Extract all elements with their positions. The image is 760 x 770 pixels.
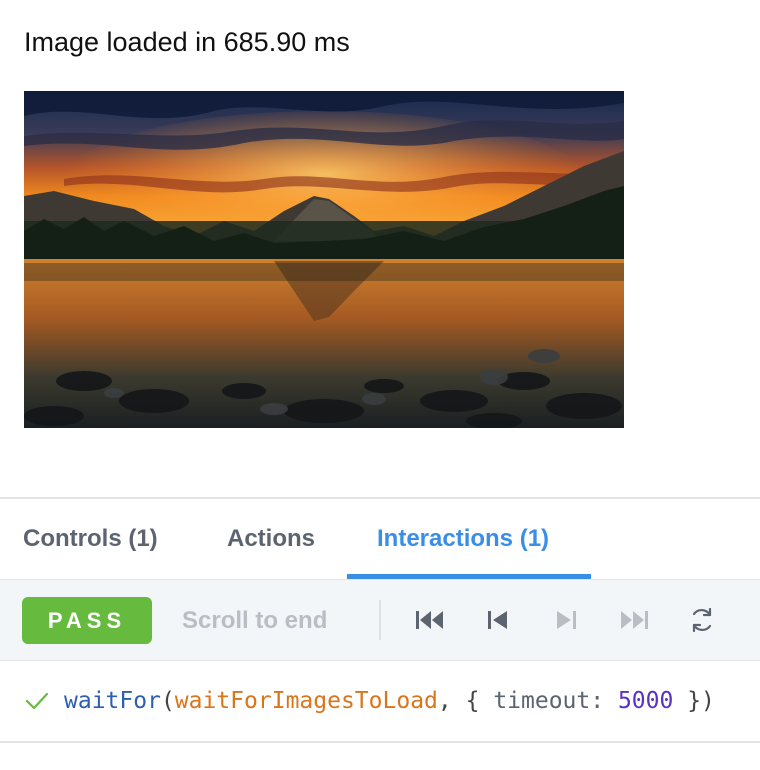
load-time-message: Image loaded in 685.90 ms — [24, 27, 350, 57]
tab-actions[interactable]: Actions — [227, 499, 315, 579]
interaction-step-row[interactable]: waitFor(waitForImagesToLoad, { timeout: … — [0, 661, 760, 743]
status-badge: PASS — [22, 597, 152, 644]
brace-open: { — [465, 688, 494, 714]
interactions-toolbar: PASS Scroll to end — [0, 579, 760, 661]
interaction-code: waitFor(waitForImagesToLoad, { timeout: … — [64, 661, 715, 741]
brace-close: } — [673, 688, 702, 714]
toolbar-separator — [379, 600, 381, 640]
step-forward-icon[interactable] — [548, 602, 584, 638]
comma: , — [437, 688, 466, 714]
paren-open: ( — [160, 688, 175, 714]
rerun-icon[interactable] — [684, 602, 720, 638]
addon-tab-bar: Controls (1) Actions Interactions (1) — [0, 499, 760, 579]
option-key: timeout — [493, 688, 591, 714]
step-back-icon[interactable] — [480, 602, 516, 638]
colon: : — [590, 688, 618, 714]
landscape-image — [24, 91, 624, 428]
check-icon — [24, 687, 50, 718]
option-value: 5000 — [617, 688, 674, 714]
skip-to-end-icon[interactable] — [616, 602, 652, 638]
tab-interactions[interactable]: Interactions (1) — [377, 499, 549, 579]
function-name: waitFor — [64, 688, 161, 714]
scroll-to-end-button[interactable]: Scroll to end — [182, 597, 327, 644]
paren-close: ) — [701, 688, 715, 714]
skip-to-start-icon[interactable] — [412, 602, 448, 638]
function-argument: waitForImagesToLoad — [174, 688, 438, 714]
tab-controls[interactable]: Controls (1) — [23, 499, 158, 579]
